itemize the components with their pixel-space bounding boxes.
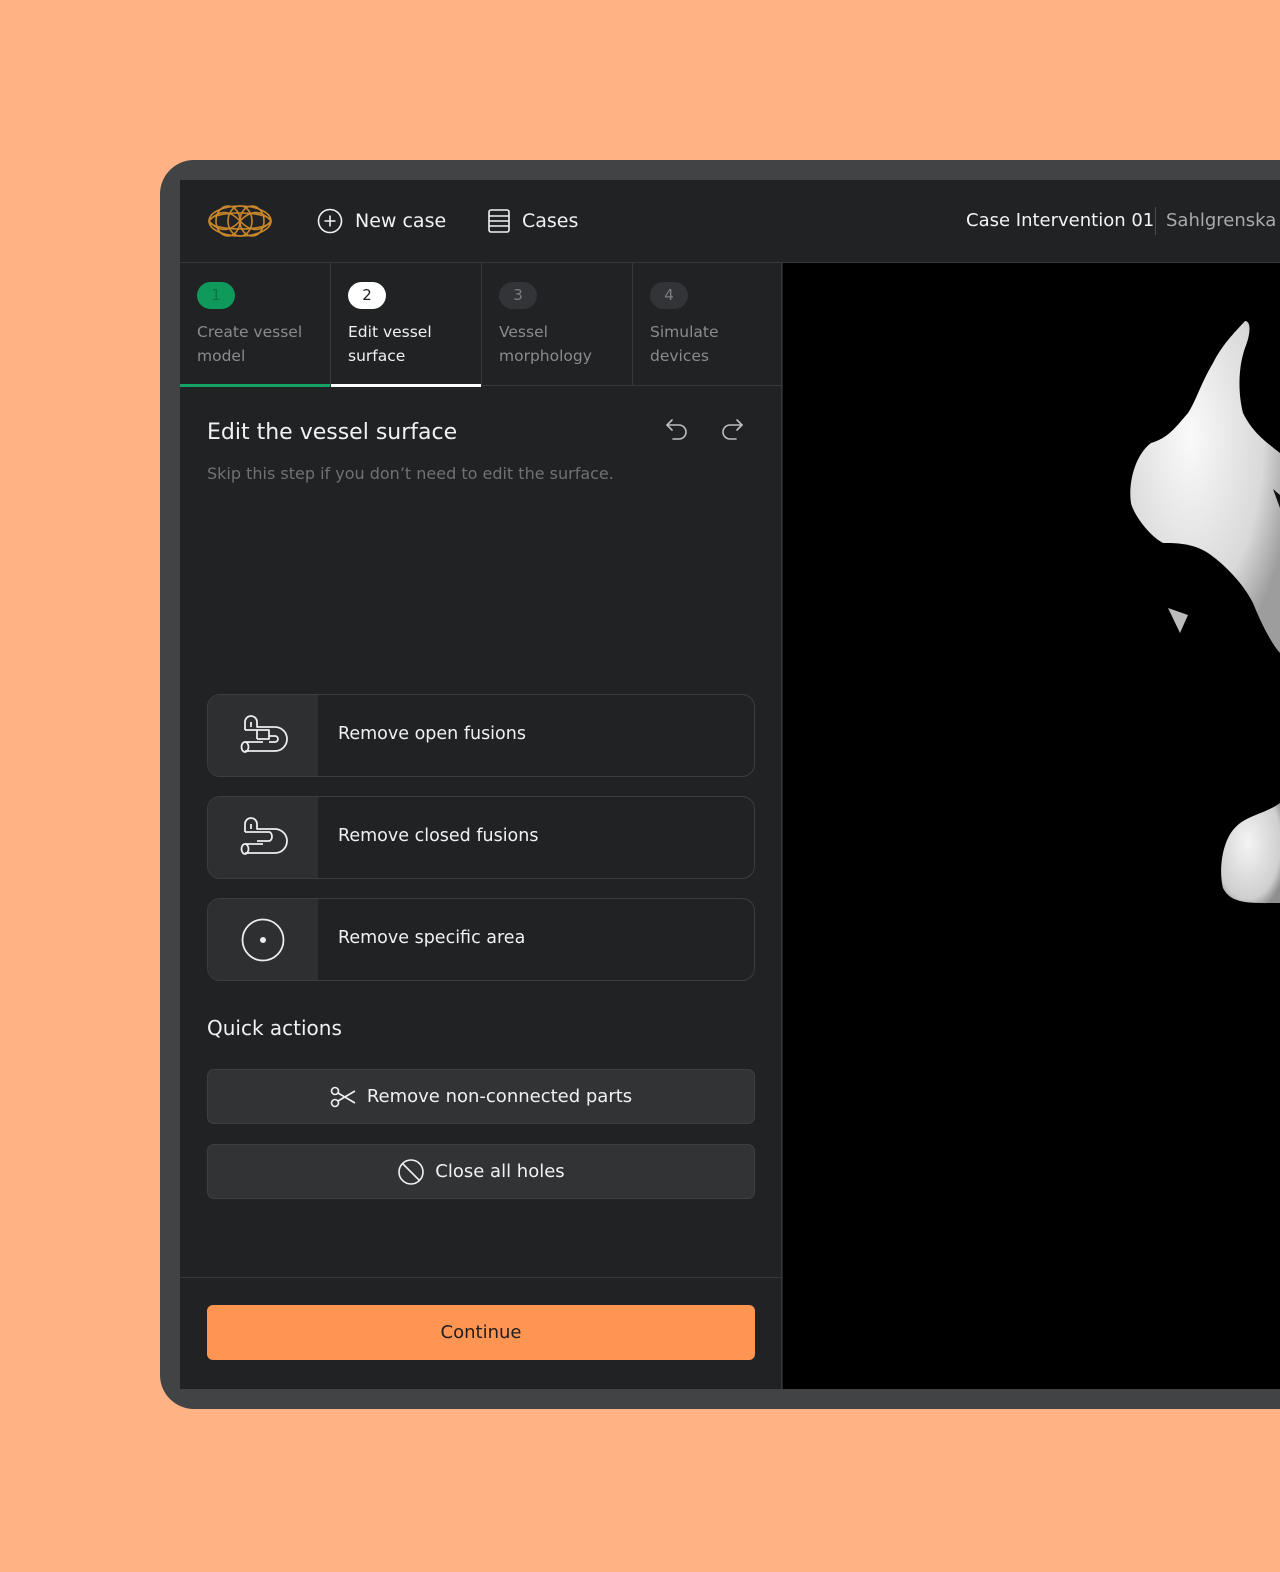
- target-icon: [241, 918, 285, 961]
- cases-label: Cases: [522, 210, 579, 232]
- step-active-indicator: [331, 384, 481, 387]
- redo-icon[interactable]: [719, 416, 745, 442]
- tool-icon-box: [208, 899, 318, 980]
- step-label: Vessel morphology: [499, 323, 592, 365]
- tool-icon-box: [208, 695, 318, 776]
- remove-closed-fusions-button[interactable]: Remove closed fusions: [207, 796, 755, 879]
- step-label: Edit vessel surface: [348, 323, 432, 365]
- footer-divider: [180, 1277, 782, 1278]
- remove-open-fusions-button[interactable]: Remove open fusions: [207, 694, 755, 777]
- remove-specific-area-button[interactable]: Remove specific area: [207, 898, 755, 981]
- closed-fusion-icon: [240, 816, 288, 855]
- step-label: Create vessel model: [197, 323, 303, 365]
- vessel-model-render[interactable]: [783, 263, 1280, 1389]
- step-label: Simulate devices: [650, 323, 719, 365]
- new-case-button[interactable]: New case: [317, 206, 446, 236]
- step-number: 3: [499, 282, 537, 309]
- step-number: 1: [197, 282, 235, 309]
- hospital-name: Sahlgrenska: [1166, 210, 1277, 231]
- top-bar: New case Cases Case Intervention 01 Sahl…: [180, 180, 1280, 263]
- continue-button[interactable]: Continue: [207, 1305, 755, 1360]
- step-number: 4: [650, 282, 688, 309]
- quick-action-label: Remove non-connected parts: [366, 1086, 633, 1107]
- app-window: New case Cases Case Intervention 01 Sahl…: [180, 180, 1280, 1389]
- header-divider: [1155, 207, 1156, 235]
- case-title: Case Intervention 01: [966, 210, 1155, 231]
- step-tab-edit-vessel-surface[interactable]: 2 Edit vessel surface: [331, 263, 482, 387]
- plus-circle-icon: [317, 208, 343, 234]
- 3d-viewport[interactable]: [783, 263, 1280, 1389]
- step-tab-simulate-devices[interactable]: 4 Simulate devices: [633, 263, 784, 386]
- open-fusion-icon: [240, 714, 288, 753]
- list-icon: [488, 209, 510, 233]
- quick-action-label: Close all holes: [435, 1161, 565, 1182]
- tool-label: Remove specific area: [338, 928, 526, 948]
- mesh-logo[interactable]: [207, 202, 273, 240]
- close-all-holes-button[interactable]: Close all holes: [207, 1144, 755, 1199]
- step-progress-bar: [180, 384, 330, 387]
- quick-actions-title: Quick actions: [207, 1016, 342, 1040]
- step-tab-vessel-morphology[interactable]: 3 Vessel morphology: [482, 263, 633, 386]
- step-tab-create-vessel-model[interactable]: 1 Create vessel model: [180, 263, 331, 387]
- scissors-icon: [330, 1086, 356, 1107]
- prohibited-icon: [398, 1158, 425, 1185]
- new-case-label: New case: [355, 210, 447, 232]
- tool-label: Remove closed fusions: [338, 826, 539, 846]
- section-title: Edit the vessel surface: [207, 420, 458, 445]
- cases-button[interactable]: Cases: [488, 206, 578, 236]
- step-number: 2: [348, 282, 386, 309]
- tool-icon-box: [208, 797, 318, 878]
- remove-non-connected-parts-button[interactable]: Remove non-connected parts: [207, 1069, 755, 1124]
- tool-label: Remove open fusions: [338, 724, 526, 744]
- undo-icon[interactable]: [664, 416, 690, 442]
- section-subtitle: Skip this step if you don’t need to edit…: [207, 464, 614, 483]
- step-tabs: 1 Create vessel model 2 Edit vessel surf…: [180, 263, 784, 387]
- edit-panel: 1 Create vessel model 2 Edit vessel surf…: [180, 263, 782, 1389]
